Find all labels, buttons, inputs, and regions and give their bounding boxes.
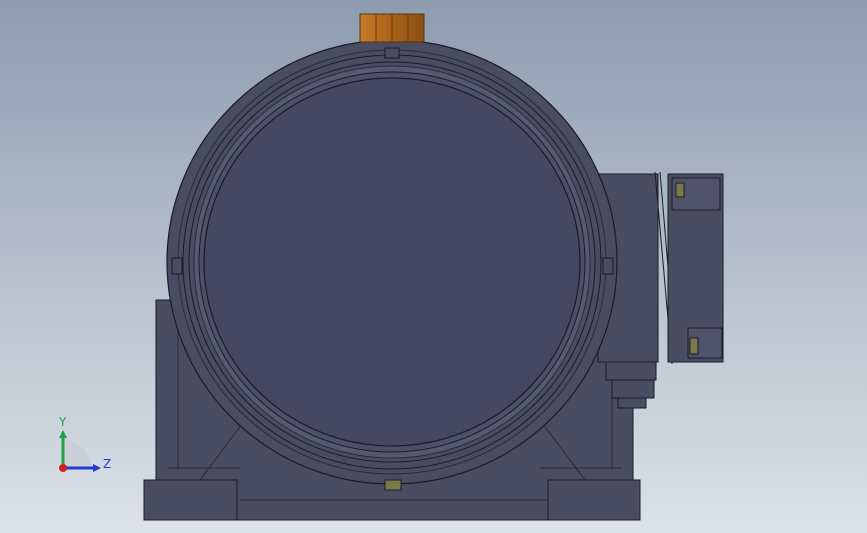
- terminal-bolt: [675, 182, 685, 198]
- motor-model[interactable]: [0, 0, 867, 533]
- z-arrow-head: [93, 464, 101, 472]
- end-cover: [203, 77, 581, 447]
- terminal-bolt: [689, 337, 699, 355]
- graphics-viewport[interactable]: Y Z: [0, 0, 867, 533]
- orientation-triad: Y Z: [58, 415, 111, 472]
- lifting-eye-cap: [359, 13, 425, 43]
- z-axis-label: Z: [103, 457, 111, 471]
- y-arrow-head: [59, 430, 67, 438]
- triad-arc: [63, 440, 91, 468]
- motor-housing: [166, 39, 618, 485]
- x-axis-dot: [59, 464, 67, 472]
- terminal-box: [597, 171, 724, 409]
- y-axis-label: Y: [58, 415, 67, 429]
